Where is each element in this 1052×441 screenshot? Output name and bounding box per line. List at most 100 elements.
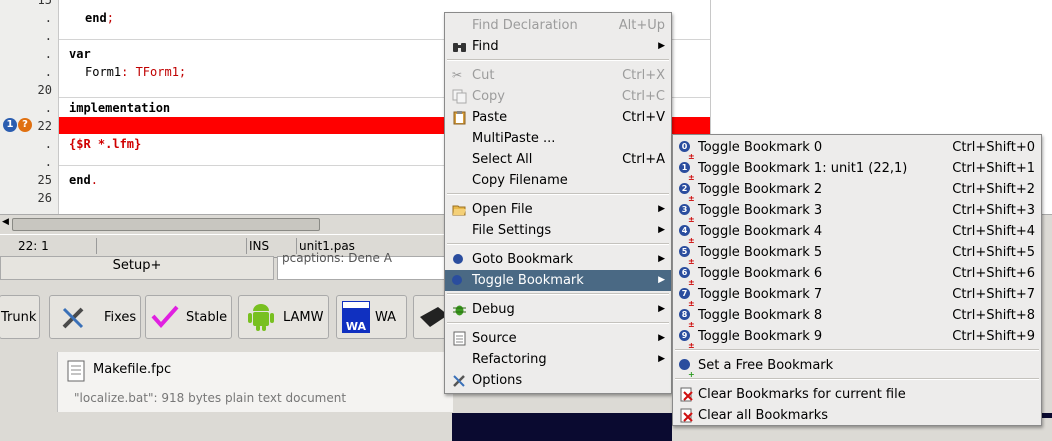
- bookmark-icon: [453, 254, 463, 264]
- menu-item-select-all[interactable]: Select All Ctrl+A: [445, 149, 671, 170]
- submenu-arrow-icon: ▶: [658, 225, 665, 235]
- menu-item-file-settings[interactable]: File Settings ▶: [445, 220, 671, 241]
- status-empty: [97, 238, 247, 254]
- wa-button[interactable]: WA WA: [336, 295, 407, 339]
- menu-label: Source: [472, 331, 517, 346]
- menu-separator: [447, 293, 669, 295]
- scissors-icon: ✂: [452, 68, 463, 82]
- menu-item-source[interactable]: Source ▶: [445, 328, 671, 349]
- menu-item-toggle-bookmark[interactable]: Toggle Bookmark ▶: [445, 270, 671, 291]
- warning-icon[interactable]: ?: [18, 118, 32, 132]
- line-number: .: [44, 137, 52, 151]
- folder-open-icon: [452, 205, 466, 216]
- menu-separator: [675, 378, 1039, 380]
- fixes-label: Fixes: [104, 309, 137, 325]
- menu-item-copy-filename[interactable]: Copy Filename: [445, 170, 671, 191]
- menu-item-goto-bookmark[interactable]: Goto Bookmark ▶: [445, 249, 671, 270]
- menu-item-toggle-bookmark-4[interactable]: 4 ± Toggle Bookmark 4 Ctrl+Shift+4: [673, 221, 1041, 245]
- bookmark-submenu[interactable]: 0 ± Toggle Bookmark 0 Ctrl+Shift+0 1 ± Toggle…: [672, 134, 1042, 426]
- fixes-button[interactable]: Fixes: [49, 295, 141, 339]
- menu-item-multipaste[interactable]: MultiPaste ...: [445, 128, 671, 149]
- menu-shortcut: Ctrl+Shift+4: [952, 224, 1035, 239]
- document-icon: [67, 360, 85, 382]
- clipboard-icon: [453, 111, 466, 125]
- submenu-arrow-icon: ▶: [658, 333, 665, 343]
- trunk-button[interactable]: Trunk: [0, 295, 40, 339]
- menu-item-clear-all-bookmarks[interactable]: Clear all Bookmarks: [673, 405, 1041, 426]
- android-icon: [248, 304, 274, 331]
- menu-label: Toggle Bookmark: [472, 273, 584, 288]
- line-number: .: [44, 11, 52, 25]
- file-list[interactable]: Makefile.fpc "localize.bat": 918 bytes p…: [57, 352, 453, 412]
- submenu-arrow-icon: ▶: [658, 254, 665, 264]
- line-number: 26: [37, 191, 52, 205]
- menu-item-options[interactable]: Options: [445, 370, 671, 391]
- menu-separator: [447, 243, 669, 245]
- menu-label: Open File: [472, 202, 533, 217]
- wrench-icon: [453, 375, 465, 387]
- menu-label: Toggle Bookmark 5: [698, 245, 823, 260]
- menu-item-debug[interactable]: Debug ▶: [445, 299, 671, 320]
- menu-item-open-file[interactable]: Open File ▶: [445, 199, 671, 220]
- menu-item-toggle-bookmark-6[interactable]: 6 ± Toggle Bookmark 6 Ctrl+Shift+6: [673, 263, 1041, 287]
- trunk-label: Trunk: [1, 309, 37, 325]
- menu-item-toggle-bookmark-2[interactable]: 2 ± Toggle Bookmark 2 Ctrl+Shift+2: [673, 179, 1041, 203]
- lamw-label: LAMW: [283, 309, 324, 325]
- line-number: .: [44, 65, 52, 79]
- setup-button[interactable]: Setup+: [0, 256, 274, 280]
- menu-label: Toggle Bookmark 3: [698, 203, 823, 218]
- menu-item-toggle-bookmark-3[interactable]: 3 ± Toggle Bookmark 3 Ctrl+Shift+3: [673, 200, 1041, 224]
- message-field: pcaptions: Dene A: [277, 251, 449, 280]
- menu-label: Toggle Bookmark 4: [698, 224, 823, 239]
- punct: ;: [178, 65, 187, 79]
- lamw-button[interactable]: LAMW: [238, 295, 329, 339]
- checkmark-icon: [151, 305, 179, 329]
- menu-item-copy[interactable]: Copy Ctrl+C: [445, 86, 671, 107]
- scroll-left-icon[interactable]: ◀: [2, 217, 9, 227]
- menu-separator: [447, 322, 669, 324]
- bug-icon: [453, 305, 466, 316]
- menu-label: Toggle Bookmark 9: [698, 329, 823, 344]
- editor-gutter[interactable]: 15 . . . . 20 . 22 . . 25 26 1 ?: [0, 0, 59, 214]
- menu-item-toggle-bookmark-7[interactable]: 7 ± Toggle Bookmark 7 Ctrl+Shift+7: [673, 284, 1041, 308]
- stable-button[interactable]: Stable: [145, 295, 232, 339]
- menu-item-set-free-bookmark[interactable]: + Set a Free Bookmark: [673, 355, 1041, 379]
- menu-item-toggle-bookmark-8[interactable]: 8 ± Toggle Bookmark 8 Ctrl+Shift+8: [673, 305, 1041, 329]
- menu-shortcut: Ctrl+Shift+0: [952, 140, 1035, 155]
- menu-label: Toggle Bookmark 0: [698, 140, 823, 155]
- submenu-arrow-icon: ▶: [658, 275, 665, 285]
- menu-item-refactoring[interactable]: Refactoring ▶: [445, 349, 671, 370]
- menu-shortcut: Ctrl+Shift+2: [952, 182, 1035, 197]
- menu-separator: [447, 59, 669, 61]
- bookmark-icon[interactable]: 1: [3, 118, 17, 132]
- menu-item-clear-bookmarks-file[interactable]: Clear Bookmarks for current file: [673, 384, 1041, 405]
- menu-label: Toggle Bookmark 2: [698, 182, 823, 197]
- clear-all-bookmarks-icon: [680, 408, 693, 423]
- code-line: end;: [85, 9, 114, 27]
- plus-icon: +: [688, 370, 695, 379]
- menu-shortcut: Ctrl+Shift+9: [952, 329, 1035, 344]
- menu-shortcut: Ctrl+C: [621, 89, 665, 104]
- menu-label: Clear all Bookmarks: [698, 408, 829, 423]
- menu-shortcut: Ctrl+Shift+6: [952, 266, 1035, 281]
- menu-item-cut[interactable]: ✂ Cut Ctrl+X: [445, 65, 671, 86]
- menu-item-find[interactable]: Find ▶: [445, 36, 671, 57]
- menu-item-paste[interactable]: Paste Ctrl+V: [445, 107, 671, 128]
- line-number: .: [44, 29, 52, 43]
- menu-item-find-declaration[interactable]: Find Declaration Alt+Up: [445, 15, 671, 36]
- menu-label: Options: [472, 373, 523, 388]
- menu-item-toggle-bookmark-9[interactable]: 9 ± Toggle Bookmark 9 Ctrl+Shift+9: [673, 326, 1041, 350]
- menu-label: Find: [472, 39, 499, 54]
- menu-label: Goto Bookmark: [472, 252, 574, 267]
- context-menu[interactable]: Find Declaration Alt+Up Find ▶ ✂ Cut Ctrl+X…: [444, 12, 672, 394]
- scrollbar-thumb[interactable]: [12, 218, 320, 231]
- line-number: .: [44, 101, 52, 115]
- menu-item-toggle-bookmark-1[interactable]: 1 ± Toggle Bookmark 1: unit1 (22,1) Ctrl+Sh…: [673, 158, 1041, 182]
- file-name[interactable]: Makefile.fpc: [93, 362, 171, 377]
- menu-separator: [675, 349, 1039, 351]
- menu-item-toggle-bookmark-0[interactable]: 0 ± Toggle Bookmark 0 Ctrl+Shift+0: [673, 137, 1041, 161]
- menu-label: Toggle Bookmark 8: [698, 308, 823, 323]
- code-line: Form1: TForm1;: [85, 63, 186, 81]
- copy-icon: [452, 89, 467, 104]
- menu-item-toggle-bookmark-5[interactable]: 5 ± Toggle Bookmark 5 Ctrl+Shift+5: [673, 242, 1041, 266]
